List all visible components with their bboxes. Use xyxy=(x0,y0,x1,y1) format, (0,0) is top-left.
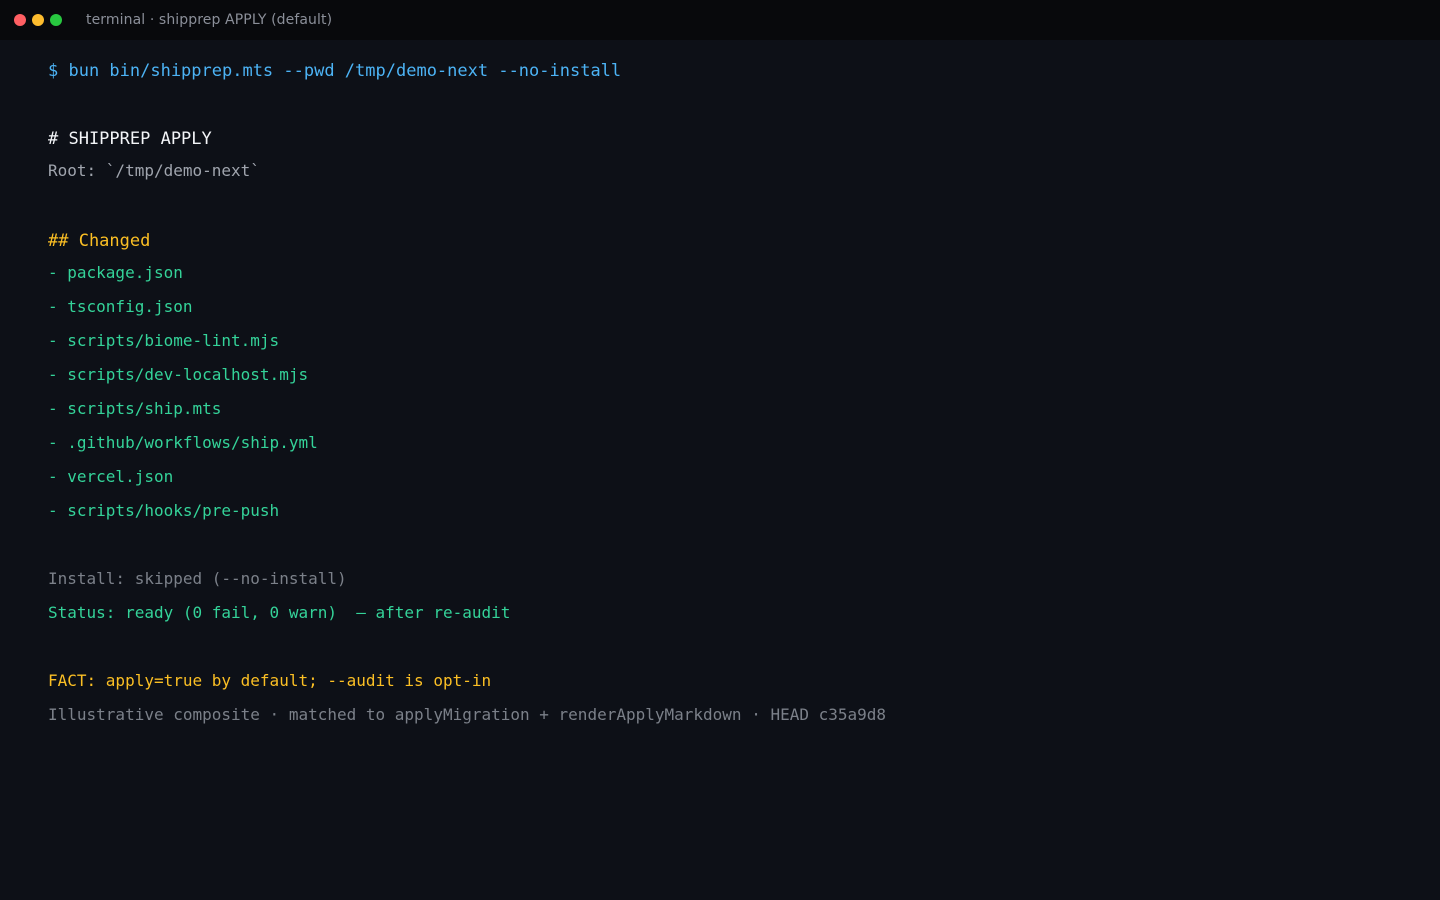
title-bar: terminal · shipprep APPLY (default) xyxy=(0,0,1440,40)
maximize-window-button[interactable] xyxy=(50,14,62,26)
changed-file: - scripts/dev-localhost.mjs xyxy=(48,365,309,384)
minimize-window-button[interactable] xyxy=(32,14,44,26)
changed-file: - vercel.json xyxy=(48,467,174,486)
command-line: $ bun bin/shipprep.mts --pwd /tmp/demo-n… xyxy=(48,61,622,81)
changed-file: - package.json xyxy=(48,263,183,282)
window-title: terminal · shipprep APPLY (default) xyxy=(86,12,333,28)
status-line: Status: ready (0 fail, 0 warn) — after r… xyxy=(48,603,511,622)
changed-file: - scripts/ship.mts xyxy=(48,399,222,418)
install-line: Install: skipped (--no-install) xyxy=(48,569,347,588)
footer-note: Illustrative composite · matched to appl… xyxy=(48,705,887,724)
terminal-window: terminal · shipprep APPLY (default) $ bu… xyxy=(0,0,1440,900)
window-controls xyxy=(14,14,68,26)
terminal-output[interactable]: $ bun bin/shipprep.mts --pwd /tmp/demo-n… xyxy=(48,40,1440,900)
fact-line: FACT: apply=true by default; --audit is … xyxy=(48,671,492,690)
changed-heading: ## Changed xyxy=(48,231,151,251)
changed-file: - .github/workflows/ship.yml xyxy=(48,433,318,452)
close-window-button[interactable] xyxy=(14,14,26,26)
root-line: Root: `/tmp/demo-next` xyxy=(48,161,260,180)
changed-file: - scripts/hooks/pre-push xyxy=(48,501,280,520)
changed-file: - scripts/biome-lint.mjs xyxy=(48,331,280,350)
apply-heading: # SHIPPREP APPLY xyxy=(48,129,212,149)
changed-file: - tsconfig.json xyxy=(48,297,193,316)
